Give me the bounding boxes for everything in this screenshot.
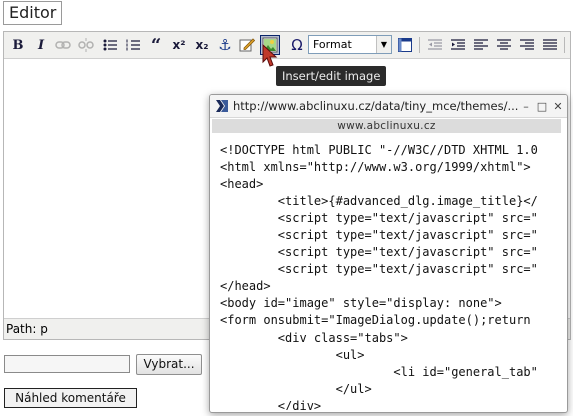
favicon-icon [216,100,228,112]
tooltip: Insert/edit image [276,66,387,86]
source-line: <html xmlns="http://www.w3.org/1999/xhtm… [220,160,531,175]
toolbar-separator [564,37,565,53]
align-justify-button[interactable] [540,35,560,55]
cleanup-button[interactable] [237,35,257,55]
align-right-icon [520,39,534,50]
source-line: <li id="general_tab" [220,364,538,379]
unlink-button[interactable] [76,35,96,55]
unlink-icon [78,38,94,52]
blockquote-icon: “ [150,34,162,56]
source-line: <body id="image" style="display: none"> [220,296,502,311]
bullet-list-button[interactable] [100,35,120,55]
anchor-button[interactable]: ⚓ [215,35,235,55]
source-line: </div> [220,398,322,410]
popup-titlebar[interactable]: http://www.abclinuxu.cz/data/tiny_mce/th… [210,95,567,118]
superscript-icon: x² [172,38,186,52]
outdent-icon [428,39,442,50]
maximize-button[interactable]: □ [535,99,549,113]
table-button[interactable] [395,35,415,55]
toolbar-separator [419,37,420,53]
source-line: <script type="text/javascript" src=" [220,211,538,226]
source-line: <script type="text/javascript" src=" [220,245,538,260]
outdent-button[interactable] [425,35,445,55]
editor-toolbar: B I “ x² x₂ ⚓ Ω Format ▼ [4,32,570,59]
format-select-value: Format [313,38,352,51]
indent-icon [451,39,465,50]
format-select[interactable]: Format ▼ [308,35,392,54]
source-line: <div class="tabs"> [220,330,408,345]
link-button[interactable] [53,35,73,55]
source-line: <ul> [220,347,365,362]
source-code-view: <!DOCTYPE html PUBLIC "-//W3C//DTD XHTML… [220,142,565,410]
source-line: <script type="text/javascript" src=" [220,228,538,243]
popup-title: http://www.abclinuxu.cz/data/tiny_mce/th… [233,99,519,113]
browse-button[interactable]: Vybrat... [136,354,202,375]
preview-comment-button[interactable]: Náhled komentáře [4,388,137,408]
align-right-button[interactable] [517,35,537,55]
numbered-list-icon [126,39,140,51]
subscript-button[interactable]: x₂ [192,35,212,55]
source-line: </head> [220,279,271,294]
view-source-popup: http://www.abclinuxu.cz/data/tiny_mce/th… [209,94,568,413]
charmap-button[interactable]: Ω [287,35,307,55]
close-button[interactable]: ✕ [551,99,565,113]
align-justify-icon [543,39,557,50]
source-line: <form onsubmit="ImageDialog.update();ret… [220,313,531,328]
charmap-icon: Ω [291,36,303,54]
superscript-button[interactable]: x² [169,35,189,55]
popup-host-bar: www.abclinuxu.cz [212,119,561,133]
file-input[interactable] [4,355,130,373]
table-icon [398,38,412,52]
source-line: <script type="text/javascript" src=" [220,262,538,277]
bold-button[interactable]: B [8,35,28,55]
italic-button[interactable]: I [31,35,51,55]
numbered-list-button[interactable] [123,35,143,55]
align-center-button[interactable] [494,35,514,55]
minimize-button[interactable]: – [519,99,533,113]
blockquote-button[interactable]: “ [146,34,166,56]
align-left-button[interactable] [471,35,491,55]
link-icon [55,41,71,49]
chevron-down-icon: ▼ [376,36,391,53]
source-line: </ul> [220,381,372,396]
indent-button[interactable] [448,35,468,55]
source-line: <!DOCTYPE html PUBLIC "-//W3C//DTD XHTML… [220,143,538,157]
status-path: Path: p [6,322,48,336]
subscript-icon: x₂ [195,38,209,52]
bullet-list-icon [103,39,117,51]
edit-icon [239,38,255,52]
editor-legend: Editor [3,1,63,25]
source-line: <title>{#advanced_dlg.image_title}</ [220,194,538,209]
align-left-icon [474,39,488,50]
align-center-icon [497,39,511,50]
source-line: <head> [220,177,264,192]
cursor-arrow-icon [262,44,278,67]
anchor-icon: ⚓ [218,36,232,54]
